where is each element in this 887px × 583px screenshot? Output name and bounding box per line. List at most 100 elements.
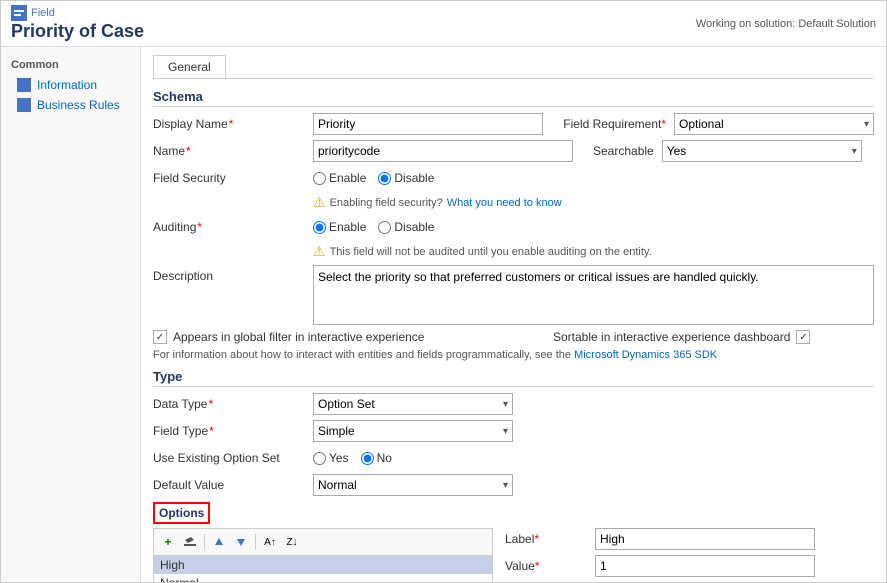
working-on-label: Working on solution: Default Solution <box>696 18 876 30</box>
information-icon <box>17 78 31 92</box>
type-section-title: Type <box>153 369 874 387</box>
data-type-dropdown[interactable]: Option Set Two Options Whole Number <box>318 397 508 411</box>
auditing-enable-label[interactable]: Enable <box>313 220 366 234</box>
toolbar-separator-2 <box>255 534 256 550</box>
options-list-container: + <box>153 528 493 582</box>
options-label: Options <box>153 502 210 524</box>
name-label: Name* <box>153 144 313 158</box>
field-type-label: Field Type* <box>153 424 313 438</box>
sortable-label: Sortable in interactive experience dashb… <box>553 330 790 344</box>
auditing-enable-radio[interactable] <box>313 221 326 234</box>
use-existing-no-label[interactable]: No <box>361 451 392 465</box>
description-row: Description Select the priority so that … <box>153 265 874 325</box>
options-label-input[interactable] <box>595 528 815 550</box>
down-icon <box>235 536 247 548</box>
option-item-normal[interactable]: Normal <box>154 574 492 582</box>
field-security-warning-row: ⚠ Enabling field security? What you need… <box>153 194 874 211</box>
field-security-row: Field Security Enable Disable <box>153 167 874 189</box>
auditing-row: Auditing* Enable Disable <box>153 216 874 238</box>
display-name-row: Display Name* Field Requirement* Optiona… <box>153 113 874 135</box>
use-existing-yes-label[interactable]: Yes <box>313 451 349 465</box>
searchable-section: Searchable Yes No <box>593 140 862 162</box>
info-text-row: For information about how to interact wi… <box>153 349 874 361</box>
searchable-select[interactable]: Yes No <box>662 140 862 162</box>
field-requirement-select[interactable]: Optional Business Recommended Business R… <box>674 113 874 135</box>
options-section: Options + <box>153 502 874 582</box>
schema-section-title: Schema <box>153 89 874 107</box>
options-list: High Normal Low Critical <box>153 555 493 582</box>
auditing-warning-text: This field will not be audited until you… <box>330 246 652 258</box>
options-down-btn[interactable] <box>231 532 251 552</box>
sidebar-item-information[interactable]: Information <box>1 75 140 95</box>
options-value-row: Value* <box>505 555 874 577</box>
options-up-btn[interactable] <box>209 532 229 552</box>
options-add-btn[interactable]: + <box>158 532 178 552</box>
page-title: Priority of Case <box>11 21 144 42</box>
field-security-enable-radio[interactable] <box>313 172 326 185</box>
auditing-warning-icon: ⚠ <box>313 243 326 260</box>
warning-icon: ⚠ <box>313 194 326 211</box>
field-requirement-section: Field Requirement* Optional Business Rec… <box>563 113 874 135</box>
sdk-link[interactable]: Microsoft Dynamics 365 SDK <box>574 349 717 361</box>
auditing-warning-row: ⚠ This field will not be audited until y… <box>153 243 874 260</box>
field-type-row: Field Type* Simple Calculated Rollup <box>153 420 874 442</box>
field-requirement-label: Field Requirement* <box>563 117 666 131</box>
type-section: Type Data Type* Option Set Two Options W… <box>153 369 874 496</box>
global-filter-checkbox[interactable] <box>153 330 167 344</box>
options-value-input[interactable] <box>595 555 815 577</box>
options-label-field-label: Label* <box>505 532 595 546</box>
auditing-disable-radio[interactable] <box>378 221 391 234</box>
sidebar-item-business-rules[interactable]: Business Rules <box>1 95 140 115</box>
sidebar-item-business-rules-label: Business Rules <box>37 98 120 112</box>
use-existing-radio-group: Yes No <box>313 451 392 465</box>
data-type-select[interactable]: Option Set Two Options Whole Number <box>313 393 513 415</box>
searchable-dropdown[interactable]: Yes No <box>667 144 857 158</box>
default-value-dropdown[interactable]: High Normal Low Critical <box>318 478 508 492</box>
info-text: For information about how to interact wi… <box>153 349 571 361</box>
sortable-checkbox[interactable] <box>796 330 810 344</box>
field-type-dropdown[interactable]: Simple Calculated Rollup <box>318 424 508 438</box>
up-icon <box>213 536 225 548</box>
use-existing-label: Use Existing Option Set <box>153 451 313 465</box>
field-label: Field <box>31 7 55 19</box>
top-bar-left: Field Priority of Case <box>11 5 144 42</box>
data-type-row: Data Type* Option Set Two Options Whole … <box>153 393 874 415</box>
field-security-link[interactable]: What you need to know <box>447 197 562 209</box>
sidebar: Common Information Business Rules <box>1 47 141 582</box>
toolbar-separator-1 <box>204 534 205 550</box>
option-item-high[interactable]: High <box>154 556 492 574</box>
auditing-disable-label[interactable]: Disable <box>378 220 434 234</box>
default-value-select[interactable]: High Normal Low Critical <box>313 474 513 496</box>
field-security-disable-label[interactable]: Disable <box>378 171 434 185</box>
field-security-radio-group: Enable Disable <box>313 171 434 185</box>
field-icon <box>11 5 27 21</box>
sidebar-section-common: Common <box>1 55 140 75</box>
name-input[interactable] <box>313 140 573 162</box>
data-type-label: Data Type* <box>153 397 313 411</box>
field-security-warning-text: Enabling field security? <box>330 197 443 209</box>
field-security-enable-label[interactable]: Enable <box>313 171 366 185</box>
field-requirement-dropdown[interactable]: Optional Business Recommended Business R… <box>679 117 869 131</box>
use-existing-yes-radio[interactable] <box>313 452 326 465</box>
field-security-disable-radio[interactable] <box>378 172 391 185</box>
edit-icon <box>183 535 197 549</box>
auditing-label: Auditing* <box>153 220 313 234</box>
options-sort-az-btn[interactable]: A↑ <box>260 532 280 552</box>
global-filter-left: Appears in global filter in interactive … <box>153 330 533 344</box>
options-sort-za-btn[interactable]: Z↓ <box>282 532 302 552</box>
display-name-label: Display Name* <box>153 117 313 131</box>
options-layout: + <box>153 528 874 582</box>
description-textarea[interactable]: Select the priority so that preferred cu… <box>313 265 874 325</box>
options-value-field-label: Value* <box>505 559 595 573</box>
use-existing-row: Use Existing Option Set Yes No <box>153 447 874 469</box>
searchable-label: Searchable <box>593 144 654 158</box>
business-rules-icon <box>17 98 31 112</box>
tab-general[interactable]: General <box>153 55 226 78</box>
top-bar: Field Priority of Case Working on soluti… <box>1 1 886 47</box>
field-type-select[interactable]: Simple Calculated Rollup <box>313 420 513 442</box>
options-toolbar: + <box>153 528 493 555</box>
default-value-row: Default Value High Normal Low Critical <box>153 474 874 496</box>
options-edit-btn[interactable] <box>180 532 200 552</box>
use-existing-no-radio[interactable] <box>361 452 374 465</box>
display-name-input[interactable] <box>313 113 543 135</box>
